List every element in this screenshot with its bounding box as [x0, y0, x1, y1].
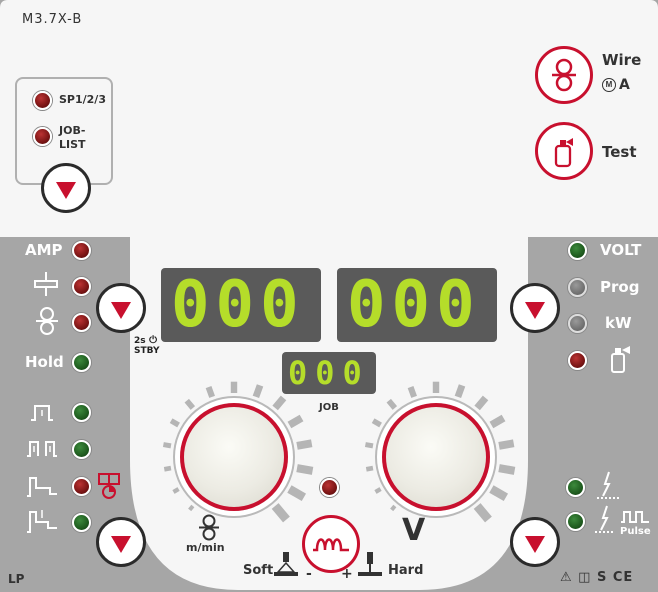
scale-segment	[162, 442, 172, 449]
footer-certification-marks: ⚠ ◫ S CE	[560, 570, 634, 585]
scale-segment	[296, 439, 313, 450]
soft-arc-icon	[274, 552, 298, 576]
scale-segment	[205, 386, 215, 398]
scale-segment	[184, 398, 196, 410]
soft-label: Soft	[243, 563, 274, 578]
scale-segment	[364, 442, 374, 449]
scale-segment	[163, 465, 172, 472]
hard-arc-icon	[358, 552, 382, 576]
scale-segment	[474, 395, 489, 411]
scale-segment	[371, 418, 382, 428]
scale-segment	[287, 485, 307, 502]
scale-segment	[365, 465, 374, 472]
scale-segment	[390, 504, 397, 512]
scale-segment	[498, 439, 515, 450]
dynamics-led	[320, 478, 339, 497]
scale-segment	[386, 398, 398, 410]
voltage-knob[interactable]	[382, 403, 490, 511]
inductance-coil-icon	[313, 538, 349, 552]
scale-segment	[287, 414, 304, 429]
choke-dynamics-button[interactable]	[302, 515, 360, 573]
scale-segment	[489, 414, 506, 429]
minus-label: -	[306, 566, 312, 582]
scale-segment	[407, 386, 417, 398]
scale-segment	[498, 464, 516, 475]
scale-segment	[296, 464, 314, 475]
volt-unit-label: V	[402, 513, 426, 548]
m-min-label: m/min	[186, 541, 225, 554]
scale-segment	[172, 487, 180, 494]
scale-segment	[489, 485, 509, 502]
welder-control-panel: M3.7X-B SP1/2/3 JOB- LIST Wire M A Test …	[0, 0, 658, 592]
scale-segment	[473, 503, 492, 523]
scale-segment	[252, 384, 264, 399]
scale-segment	[374, 487, 382, 494]
footer-lp-label: LP	[8, 572, 25, 586]
scale-segment	[454, 384, 466, 399]
scale-segment	[169, 418, 180, 428]
plus-label: +	[341, 566, 353, 582]
scale-segment	[188, 504, 195, 512]
knob-scales	[162, 381, 516, 523]
wire-speed-knob[interactable]	[180, 403, 288, 511]
scale-segment	[272, 395, 287, 411]
hard-label: Hard	[388, 563, 424, 578]
wire-speed-unit-icon	[199, 514, 219, 541]
scale-segment	[271, 503, 290, 523]
